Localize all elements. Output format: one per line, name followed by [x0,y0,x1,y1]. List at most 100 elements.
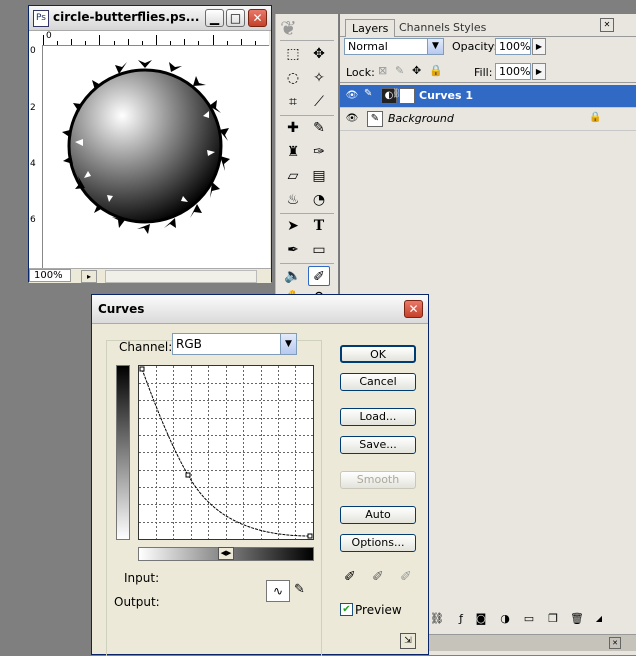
ruler-tick-label: 6 [30,215,36,225]
fill-value: 100% [499,65,531,78]
layer-row-background[interactable]: 👁 ✎ Background 🔒 [340,108,636,131]
layer-mask-thumbnail [399,88,415,104]
lasso-tool-icon[interactable]: ◌ [282,68,304,88]
ruler-ticks [43,35,256,45]
gradient-toggle-icon[interactable]: ◀▶ [218,547,234,560]
preview-label: Preview [355,603,402,617]
chevron-down-icon: ▼ [427,39,443,54]
eye-visibility-icon[interactable]: 👁 [345,89,359,102]
cancel-button[interactable]: Cancel [340,373,416,391]
gradient-tool-icon[interactable]: ▤ [308,166,330,186]
close-button[interactable]: ✕ [248,9,267,27]
minimize-button[interactable]: ▁ [205,9,224,27]
auto-button[interactable]: Auto [340,506,416,524]
dodge-tool-icon[interactable]: ◔ [308,190,330,210]
lock-label: Lock: [346,66,375,79]
new-layer-icon[interactable]: ❐ [545,611,561,627]
healing-brush-tool-icon[interactable]: ✚ [282,118,304,138]
blur-tool-icon[interactable]: ♨ [282,190,304,210]
opacity-field[interactable]: 100% [495,38,531,55]
horizontal-scrollbar[interactable] [105,270,257,283]
add-mask-icon[interactable]: ◙ [473,611,489,627]
panel-close-icon[interactable]: ✕ [600,18,614,32]
trash-icon[interactable]: 🗑 [569,611,585,627]
preview-checkbox[interactable]: ✔ [340,603,353,616]
link-layers-icon[interactable]: ⛓ [429,611,445,627]
pencil-draw-mode-icon[interactable]: ✎ [294,582,305,597]
curve-point[interactable] [307,533,313,539]
output-gradient-bar [116,365,130,540]
tab-styles[interactable]: Styles [447,19,492,36]
collapsed-panel-bar[interactable]: ✕ [425,634,636,651]
horizontal-ruler[interactable]: 0 [43,31,269,46]
curve-draw-mode-icon[interactable]: ∿ [266,580,290,602]
fill-slider-arrow-icon[interactable]: ▶ [532,63,546,80]
path-selection-tool-icon[interactable]: ➤ [282,216,304,236]
channel-label: Channel: [119,340,173,354]
close-button[interactable]: ✕ [404,300,423,318]
document-title-bar[interactable]: Ps circle-butterflies.ps... ▁ □ ✕ [29,6,271,31]
lock-icon: 🔒 [589,112,602,123]
move-tool-icon[interactable]: ✥ [308,44,330,64]
lock-pixels-icon[interactable]: ✎ [395,64,404,77]
slice-tool-icon[interactable]: ⟋ [308,92,330,112]
lock-all-icon[interactable]: 🔒 [429,64,443,77]
white-point-eyedropper-icon[interactable]: ✐ [400,569,412,585]
layer-thumbnail: ✎ [367,111,383,127]
input-label: Input: [124,571,160,585]
crop-tool-icon[interactable]: ⌗ [282,92,304,112]
resize-grip-icon[interactable]: ◢ [591,611,607,627]
fill-field[interactable]: 100% [495,63,531,80]
brush-tool-icon[interactable]: ✎ [308,118,330,138]
lock-position-icon[interactable]: ✥ [412,64,421,77]
notes-tool-icon[interactable]: 🔈 [282,266,304,286]
image-canvas[interactable] [43,46,270,268]
layer-style-icon[interactable]: ƒ [453,611,469,627]
curve-graph[interactable] [138,365,314,540]
marquee-tool-icon[interactable]: ⬚ [282,44,304,64]
clone-stamp-tool-icon[interactable]: ♜ [282,142,304,162]
eye-visibility-icon[interactable]: 👁 [345,112,359,125]
curve-grid [139,366,313,539]
eraser-tool-icon[interactable]: ▱ [282,166,304,186]
history-brush-tool-icon[interactable]: ✑ [308,142,330,162]
vertical-ruler[interactable]: 0 2 4 6 [29,45,43,269]
panel-close-icon[interactable]: ✕ [609,637,621,649]
curve-point[interactable] [139,366,145,372]
expand-dialog-icon[interactable]: ⇲ [400,633,416,649]
dialog-title: Curves [98,302,145,316]
status-menu-icon[interactable]: ▸ [81,270,97,283]
zoom-field[interactable]: 100% [29,269,71,282]
lock-transparency-icon[interactable]: ⊠ [378,64,387,77]
curve-point[interactable] [185,472,191,478]
ruler-tick-label: 2 [30,103,36,113]
gray-point-eyedropper-icon[interactable]: ✐ [372,569,384,585]
opacity-label: Opacity: [452,40,498,53]
layer-row-curves-1[interactable]: 👁 ✎ ◐ ⛓ Curves 1 [340,85,636,108]
canvas-artwork [62,60,230,234]
black-point-eyedropper-icon[interactable]: ✐ [344,569,356,585]
new-group-icon[interactable]: ▭ [521,611,537,627]
opacity-slider-arrow-icon[interactable]: ▶ [532,38,546,55]
options-button[interactable]: Options... [340,534,416,552]
curves-title-bar[interactable]: Curves ✕ [92,295,428,324]
ok-button[interactable]: OK [340,345,416,363]
save-button[interactable]: Save... [340,436,416,454]
type-tool-icon[interactable]: T [308,216,330,236]
eyedropper-tool-icon[interactable]: ✐ [308,266,330,286]
pen-tool-icon[interactable]: ✒ [282,240,304,260]
blend-mode-value: Normal [348,40,388,53]
channel-select[interactable]: RGB ▼ [172,333,297,355]
smooth-button[interactable]: Smooth [340,471,416,489]
load-button[interactable]: Load... [340,408,416,426]
tab-layers[interactable]: Layers [345,19,396,37]
blend-mode-select[interactable]: Normal ▼ [344,38,444,55]
channel-value: RGB [176,337,202,351]
shape-tool-icon[interactable]: ▭ [308,240,330,260]
new-adjustment-layer-icon[interactable]: ◑ [497,611,513,627]
opacity-value: 100% [499,40,531,53]
document-status-bar: 100% ▸ [29,268,271,283]
document-title: circle-butterflies.ps... [53,10,200,24]
magic-wand-tool-icon[interactable]: ✧ [308,68,330,88]
maximize-button[interactable]: □ [226,9,245,27]
